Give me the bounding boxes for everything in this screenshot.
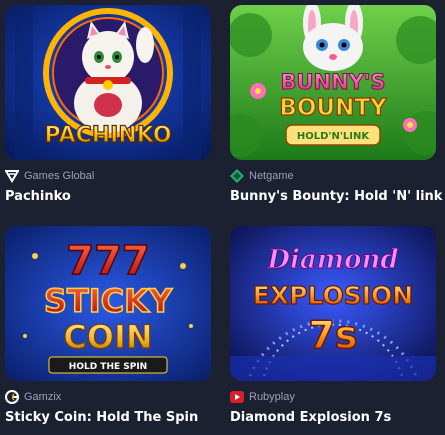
provider-row: Gamzix — [5, 390, 211, 404]
game-card[interactable]: 777 STICKY COIN HOLD THE SPIN Gamzix Sti… — [5, 226, 211, 426]
explosion-logo-text: EXPLOSION — [253, 281, 413, 310]
bunnys-logo-text: BUNNY'S — [281, 70, 386, 94]
provider-row: Games Global — [5, 169, 211, 183]
diamond-logo-text: Diamond — [266, 245, 398, 275]
gamzix-logo-icon — [5, 390, 19, 404]
game-thumbnail[interactable]: Diamond EXPLOSION 7s — [230, 226, 436, 381]
game-card[interactable]: BUNNY'S BOUNTY HOLD'N'LINK Netgame Bunny… — [230, 5, 442, 205]
sevens-logo-text: 777 — [66, 238, 150, 284]
diamond-explosion-artwork: Diamond EXPLOSION 7s — [230, 226, 436, 381]
provider-name[interactable]: Games Global — [24, 169, 94, 183]
sticky-coin-artwork: 777 STICKY COIN HOLD THE SPIN — [5, 226, 211, 381]
bounty-logo-text: BOUNTY — [279, 95, 387, 121]
game-card[interactable]: Diamond EXPLOSION 7s Rubyplay Diamond Ex… — [230, 226, 436, 426]
game-thumbnail[interactable]: PACHINKO — [5, 5, 211, 160]
provider-row: Rubyplay — [230, 390, 436, 404]
game-thumbnail[interactable]: 777 STICKY COIN HOLD THE SPIN — [5, 226, 211, 381]
games-global-logo-icon — [5, 169, 19, 183]
game-title[interactable]: Sticky Coin: Hold The Spin — [5, 410, 211, 426]
netgame-logo-icon — [230, 169, 244, 183]
pachinko-logo-text: PACHINKO — [44, 123, 171, 148]
provider-name[interactable]: Netgame — [249, 169, 294, 183]
rubyplay-logo-icon — [230, 390, 244, 404]
game-title[interactable]: Bunny's Bounty: Hold 'N' link — [230, 189, 442, 205]
sevens-logo-text: 7s — [308, 313, 357, 357]
game-title[interactable]: Pachinko — [5, 189, 211, 205]
bunnys-bounty-artwork: BUNNY'S BOUNTY HOLD'N'LINK — [230, 5, 436, 160]
game-card[interactable]: PACHINKO Games Global Pachinko — [5, 5, 211, 205]
pachinko-artwork: PACHINKO — [5, 5, 211, 160]
provider-row: Netgame — [230, 169, 436, 183]
hold-n-link-badge-text: HOLD'N'LINK — [297, 131, 370, 142]
hold-the-spin-badge-text: HOLD THE SPIN — [69, 362, 147, 372]
game-thumbnail[interactable]: BUNNY'S BOUNTY HOLD'N'LINK — [230, 5, 436, 160]
game-title[interactable]: Diamond Explosion 7s — [230, 410, 436, 426]
coin-logo-text: COIN — [63, 318, 152, 356]
provider-name[interactable]: Rubyplay — [249, 390, 295, 404]
provider-name[interactable]: Gamzix — [24, 390, 61, 404]
sticky-logo-text: STICKY — [44, 282, 173, 320]
